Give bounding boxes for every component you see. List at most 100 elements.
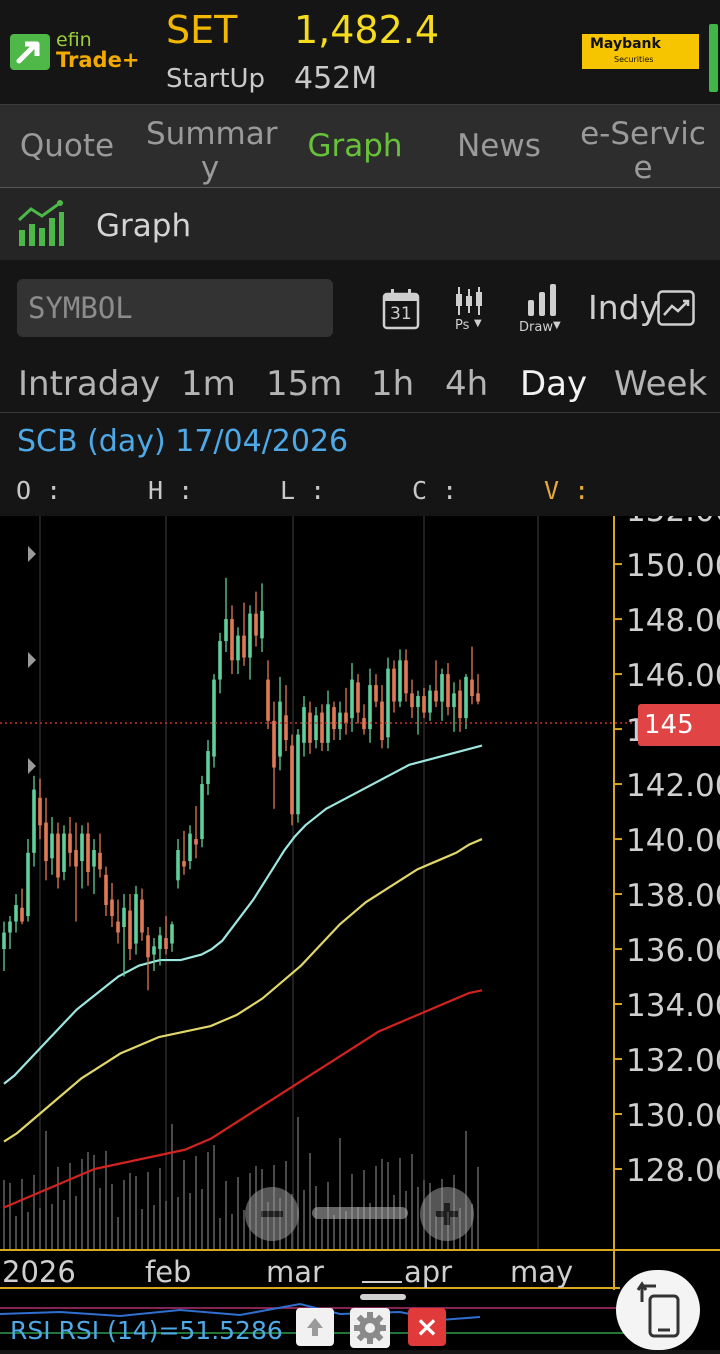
candle-body bbox=[8, 921, 12, 933]
candle-body bbox=[344, 712, 348, 724]
candle-body bbox=[410, 693, 414, 708]
indicator-settings-button[interactable] bbox=[350, 1308, 390, 1348]
candle-body bbox=[458, 690, 462, 719]
candle-body bbox=[218, 641, 222, 680]
efin-logo-icon bbox=[10, 34, 50, 70]
indicator-label[interactable]: Indy bbox=[588, 290, 659, 326]
broker-sub: Securities bbox=[614, 55, 654, 64]
index-volume: 452M bbox=[294, 61, 378, 96]
bar-draw-icon bbox=[528, 284, 556, 316]
index-value: 1,482.4 bbox=[294, 8, 440, 52]
candle-body bbox=[356, 682, 360, 713]
tab-e-service[interactable]: e-Servic e bbox=[576, 117, 710, 187]
ohlc-low: L : bbox=[280, 476, 326, 505]
rotate-screen-button[interactable] bbox=[616, 1270, 700, 1350]
candle-body bbox=[248, 613, 252, 658]
zoom-slider[interactable] bbox=[312, 1207, 408, 1219]
candle-body bbox=[314, 715, 318, 741]
period-intraday[interactable]: Intraday bbox=[18, 364, 160, 404]
logo-efin-text: efin bbox=[56, 29, 92, 51]
y-tick-label: 132.00 bbox=[626, 1043, 720, 1079]
gear-icon bbox=[354, 1312, 386, 1344]
main-tabs: Quote Summar y Graph News e-Servic e bbox=[0, 104, 720, 189]
candle-body bbox=[170, 924, 174, 944]
candle-body bbox=[302, 707, 306, 743]
candle-body bbox=[182, 861, 186, 867]
arrow-up-icon bbox=[307, 1318, 323, 1336]
candle-body bbox=[278, 701, 282, 757]
candle-body bbox=[224, 619, 228, 642]
tab-graph[interactable]: Graph bbox=[296, 129, 414, 187]
candle-body bbox=[128, 910, 132, 950]
candle-body bbox=[440, 674, 444, 702]
y-tick-label: 148.00 bbox=[626, 603, 720, 639]
draw-button[interactable]: Draw ▼ bbox=[518, 284, 566, 336]
rsi-label: RSI RSI (14)=51.5286 bbox=[10, 1316, 283, 1345]
screen-rotation-icon bbox=[636, 1281, 680, 1338]
logo-trade-text: Trade+ bbox=[56, 48, 140, 72]
y-tick-label: 150.00 bbox=[626, 548, 720, 584]
candle-body bbox=[74, 850, 78, 867]
y-tick-label: 136.00 bbox=[626, 933, 720, 969]
candle-body bbox=[272, 720, 276, 768]
bar-chart-icon bbox=[17, 200, 64, 246]
candle-body bbox=[464, 676, 468, 719]
price-style-label: Ps bbox=[455, 318, 470, 333]
candle-body bbox=[68, 833, 72, 853]
candle-body bbox=[50, 833, 54, 859]
index-name[interactable]: SET bbox=[166, 8, 237, 52]
chart-toolbar: 31 Ps ▼ Draw ▼ Indy Intrada bbox=[0, 260, 720, 413]
calendar-button[interactable]: 31 bbox=[382, 288, 420, 330]
candle-body bbox=[260, 610, 264, 639]
draw-label: Draw bbox=[519, 320, 553, 335]
candle-body bbox=[80, 833, 84, 862]
price-style-button[interactable]: Ps ▼ bbox=[452, 286, 488, 336]
last-price-badge: 145 bbox=[638, 704, 720, 746]
candle-body bbox=[236, 635, 240, 661]
scroll-indicator[interactable] bbox=[709, 24, 718, 92]
chart-title: SCB (day) 17/04/2026 bbox=[17, 424, 349, 459]
candle-body bbox=[152, 946, 156, 955]
candle-body bbox=[404, 660, 408, 694]
candle-body bbox=[392, 668, 396, 702]
candle-body bbox=[266, 679, 270, 721]
candle-body bbox=[428, 690, 432, 713]
candle-body bbox=[470, 679, 474, 697]
trend-chart-icon bbox=[657, 290, 695, 326]
period-week[interactable]: Week bbox=[614, 364, 707, 404]
period-1h[interactable]: 1h bbox=[371, 364, 414, 404]
candle-body bbox=[338, 712, 342, 730]
close-indicator-button[interactable]: × bbox=[408, 1308, 446, 1346]
x-tick-label: may bbox=[510, 1255, 573, 1289]
period-day[interactable]: Day bbox=[520, 364, 587, 404]
move-up-button[interactable] bbox=[296, 1308, 334, 1346]
candle-body bbox=[320, 712, 324, 743]
candle-body bbox=[398, 660, 402, 702]
candle-body bbox=[290, 745, 294, 815]
broker-name: Maybank bbox=[590, 36, 661, 52]
price-chart[interactable]: 152.00150.00148.00146.00144.00142.00140.… bbox=[0, 516, 720, 1290]
y-tick-label: 134.00 bbox=[626, 988, 720, 1024]
tab-news[interactable]: News bbox=[440, 129, 558, 187]
rsi-drag-handle[interactable] bbox=[360, 1294, 406, 1300]
tab-quote[interactable]: Quote bbox=[8, 129, 126, 187]
candle-body bbox=[296, 734, 300, 815]
period-1m[interactable]: 1m bbox=[181, 364, 236, 404]
dropdown-arrow-icon: ▼ bbox=[553, 320, 561, 331]
app-header: efin Trade+ SET 1,482.4 StartUp 452M May… bbox=[0, 0, 720, 104]
period-15m[interactable]: 15m bbox=[266, 364, 342, 404]
candle-body bbox=[332, 707, 336, 730]
ohlc-volume: V : bbox=[544, 476, 590, 505]
period-4h[interactable]: 4h bbox=[445, 364, 488, 404]
indicator-button[interactable] bbox=[657, 290, 695, 326]
candle-body bbox=[452, 693, 456, 708]
candle-body bbox=[14, 905, 18, 922]
candle-body bbox=[176, 850, 180, 881]
candle-body bbox=[32, 789, 36, 853]
symbol-input[interactable] bbox=[17, 279, 333, 337]
tab-summary[interactable]: Summar y bbox=[146, 117, 277, 187]
candle-body bbox=[194, 839, 198, 845]
candle-body bbox=[38, 797, 42, 826]
y-tick-label: 152.00 bbox=[626, 516, 720, 529]
candle-body bbox=[140, 899, 144, 933]
